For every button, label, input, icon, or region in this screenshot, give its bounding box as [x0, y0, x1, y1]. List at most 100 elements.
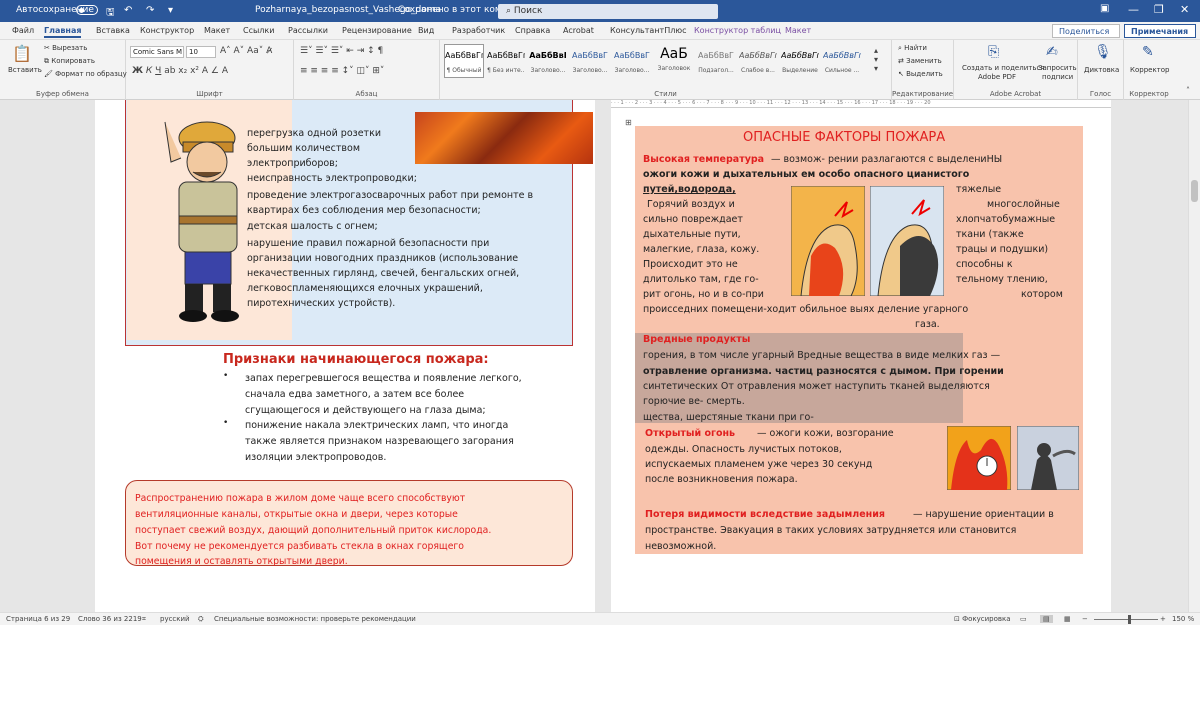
paste-button[interactable]: Вставить: [8, 66, 42, 74]
select-button[interactable]: ↖ Выделить: [898, 70, 943, 78]
undo-icon[interactable]: ↶: [124, 5, 132, 16]
cause-3b: квартирах без соблюдения мер безопасност…: [247, 205, 481, 216]
font-name-select[interactable]: Comic Sans M: [130, 46, 184, 58]
style-title[interactable]: АаБ Заголовок: [654, 44, 694, 78]
collapse-ribbon-icon[interactable]: ˄: [1186, 86, 1190, 95]
cut-button[interactable]: ✂ Вырезать: [44, 44, 87, 52]
left-page[interactable]: перегрузка одной розетки большим количес…: [95, 100, 595, 612]
word-count[interactable]: Слово 36 из 2219: [78, 615, 142, 623]
sign-2a: понижение накала электрических ламп, что…: [245, 420, 509, 431]
zoom-slider-thumb[interactable]: [1128, 615, 1131, 624]
tab-consultant[interactable]: КонсультантПлюс: [610, 26, 686, 35]
fire-clock-image: [947, 426, 1011, 490]
zoom-level[interactable]: 150 %: [1172, 615, 1194, 623]
zoom-in-button[interactable]: +: [1160, 615, 1166, 623]
horizontal-ruler[interactable]: · · · 1 · · · 2 · · · 3 · · · 4 · · · 5 …: [611, 100, 1111, 108]
customize-icon[interactable]: ▾: [168, 5, 173, 16]
read-mode-icon[interactable]: ▭: [1020, 615, 1027, 623]
ht-line-16: тельному тлению,: [956, 274, 1048, 285]
proofing-icon[interactable]: ⌗: [142, 615, 146, 624]
sign-1b: сначала едва заметного, а затем все боле…: [245, 389, 465, 400]
harm-line-4: горючие ве- смерть.: [643, 396, 745, 407]
redo-icon[interactable]: ↷: [146, 5, 154, 16]
styles-more-icon[interactable]: ▴ ▾ ▾: [874, 46, 878, 73]
maximize-button[interactable]: ❐: [1154, 3, 1164, 16]
editor-button[interactable]: Корректор: [1130, 66, 1169, 74]
format-painter-button[interactable]: 🖌 Формат по образцу: [44, 70, 127, 78]
minimize-button[interactable]: —: [1128, 3, 1139, 16]
request-signatures-button[interactable]: Запросить: [1038, 64, 1077, 72]
cause-3a: проведение электрогазосварочных работ пр…: [247, 190, 534, 201]
clipboard-label: Буфер обмена: [36, 90, 89, 98]
style-subtle-emphasis[interactable]: АаБбВвГг Слабое в...: [738, 44, 778, 78]
zoom-slider[interactable]: [1094, 619, 1158, 620]
web-layout-icon[interactable]: ▦: [1064, 615, 1071, 623]
tab-view[interactable]: Вид: [418, 26, 434, 35]
style-no-spacing[interactable]: АаБбВвГг,¶ Без инте...: [486, 44, 526, 78]
paragraph-label: Абзац: [355, 90, 378, 98]
tab-mailings[interactable]: Рассылки: [288, 26, 328, 35]
font-format-buttons[interactable]: Ж К Ч ab x₂ x² A ∠ A: [132, 66, 228, 76]
replace-button[interactable]: ⇄ Заменить: [898, 57, 942, 65]
tab-table-design[interactable]: Конструктор таблиц: [694, 26, 781, 35]
vertical-scrollbar[interactable]: [1188, 100, 1200, 612]
dictate-button[interactable]: Диктовка: [1084, 66, 1119, 74]
zoom-out-button[interactable]: −: [1082, 615, 1088, 623]
title-bar: Автосохранение 🖫 ↶ ↷ ▾ Pozharnaya_bezopa…: [0, 0, 1200, 22]
focus-mode[interactable]: ⊡ Фокусировка: [954, 615, 1011, 623]
tab-design[interactable]: Конструктор: [140, 26, 194, 35]
scrollbar-thumb[interactable]: [1191, 180, 1198, 202]
accessibility-status[interactable]: Специальные возможности: проверьте реком…: [214, 615, 416, 623]
print-layout-icon[interactable]: ▤: [1040, 615, 1053, 623]
tab-references[interactable]: Ссылки: [243, 26, 274, 35]
tab-layout[interactable]: Макет: [204, 26, 230, 35]
ribbon-tabs: Файл Главная Вставка Конструктор Макет С…: [0, 22, 1200, 40]
tab-file[interactable]: Файл: [12, 26, 34, 35]
save-icon[interactable]: 🖫: [106, 5, 115, 22]
tab-help[interactable]: Справка: [515, 26, 550, 35]
create-pdf-label2: Adobe PDF: [978, 73, 1017, 81]
align-buttons[interactable]: ≡ ≡ ≡ ≡ ↕˅ ◫˅ ⊞˅: [300, 66, 384, 76]
language[interactable]: русский: [160, 615, 190, 623]
right-page[interactable]: ⊞ ОПАСНЫЕ ФАКТОРЫ ПОЖАРА Высокая темпера…: [611, 108, 1111, 612]
find-button[interactable]: ⌕ Найти: [898, 44, 927, 53]
vis-line-3: невозможной.: [645, 541, 717, 552]
tab-insert[interactable]: Вставка: [96, 26, 130, 35]
harm-line-3: синтетических От отравления может наступ…: [643, 381, 990, 392]
style-heading1[interactable]: АаБбВвI Заголово...: [528, 44, 568, 78]
create-pdf-button[interactable]: Создать и поделиться: [962, 64, 1045, 72]
style-normal[interactable]: АаБбВвГг,¶ Обычный: [444, 44, 484, 78]
copy-button[interactable]: ⧉ Копировать: [44, 57, 95, 66]
ht-line-13: Происходит это не: [643, 259, 738, 270]
fire-line-2: одежды. Опасность лучистых потоков,: [645, 444, 842, 455]
tab-acrobat[interactable]: Acrobat: [563, 26, 594, 35]
share-button[interactable]: Поделиться: [1052, 24, 1120, 38]
style-emphasis[interactable]: АаБбВвГг Выделение: [780, 44, 820, 78]
sign-1c: сгущающегося и действующего на глаза дым…: [245, 405, 486, 416]
page-count[interactable]: Страница 6 из 29: [6, 615, 70, 623]
style-heading3[interactable]: АаБбВвГ Заголово...: [612, 44, 652, 78]
font-size-select[interactable]: 10: [186, 46, 216, 58]
select-icon: ↖: [898, 70, 907, 78]
note-line-4: Вот почему не рекомендуется разбивать ст…: [135, 541, 464, 552]
list-buttons[interactable]: ☰˅ ☰˅ ☰˅ ⇤ ⇥ ↕ ¶: [300, 46, 383, 56]
search-box[interactable]: ⌕ Поиск: [498, 4, 718, 19]
style-subtitle[interactable]: АаБбВвГ Подзагол...: [696, 44, 736, 78]
close-button[interactable]: ✕: [1180, 3, 1189, 16]
style-heading2[interactable]: АаБбВвГ Заголово...: [570, 44, 610, 78]
tab-home[interactable]: Главная: [44, 26, 82, 38]
hazards-title: ОПАСНЫЕ ФАКТОРЫ ПОЖАРА: [743, 130, 946, 145]
font-size-buttons[interactable]: A˄ A˅ Aa˅ A̷: [220, 46, 272, 56]
cause-5c: некачественных гирлянд, свечей, бенгальс…: [247, 268, 520, 279]
tab-developer[interactable]: Разработчик: [452, 26, 505, 35]
autosave-toggle[interactable]: [76, 5, 98, 16]
open-fire-label: Открытый огонь: [645, 428, 736, 439]
comments-button[interactable]: Примечания: [1124, 24, 1196, 38]
paste-icon[interactable]: 📋: [12, 44, 32, 63]
ribbon-display-icon[interactable]: ▣: [1100, 3, 1109, 14]
style-intense-emphasis[interactable]: АаБбВвГг Сильное ...: [822, 44, 862, 78]
tab-table-layout[interactable]: Макет: [785, 26, 811, 35]
tab-review[interactable]: Рецензирование: [342, 26, 412, 35]
table-move-handle[interactable]: ⊞: [625, 118, 632, 127]
note-line-5: помещения и оставлять открытыми двери.: [135, 556, 348, 567]
